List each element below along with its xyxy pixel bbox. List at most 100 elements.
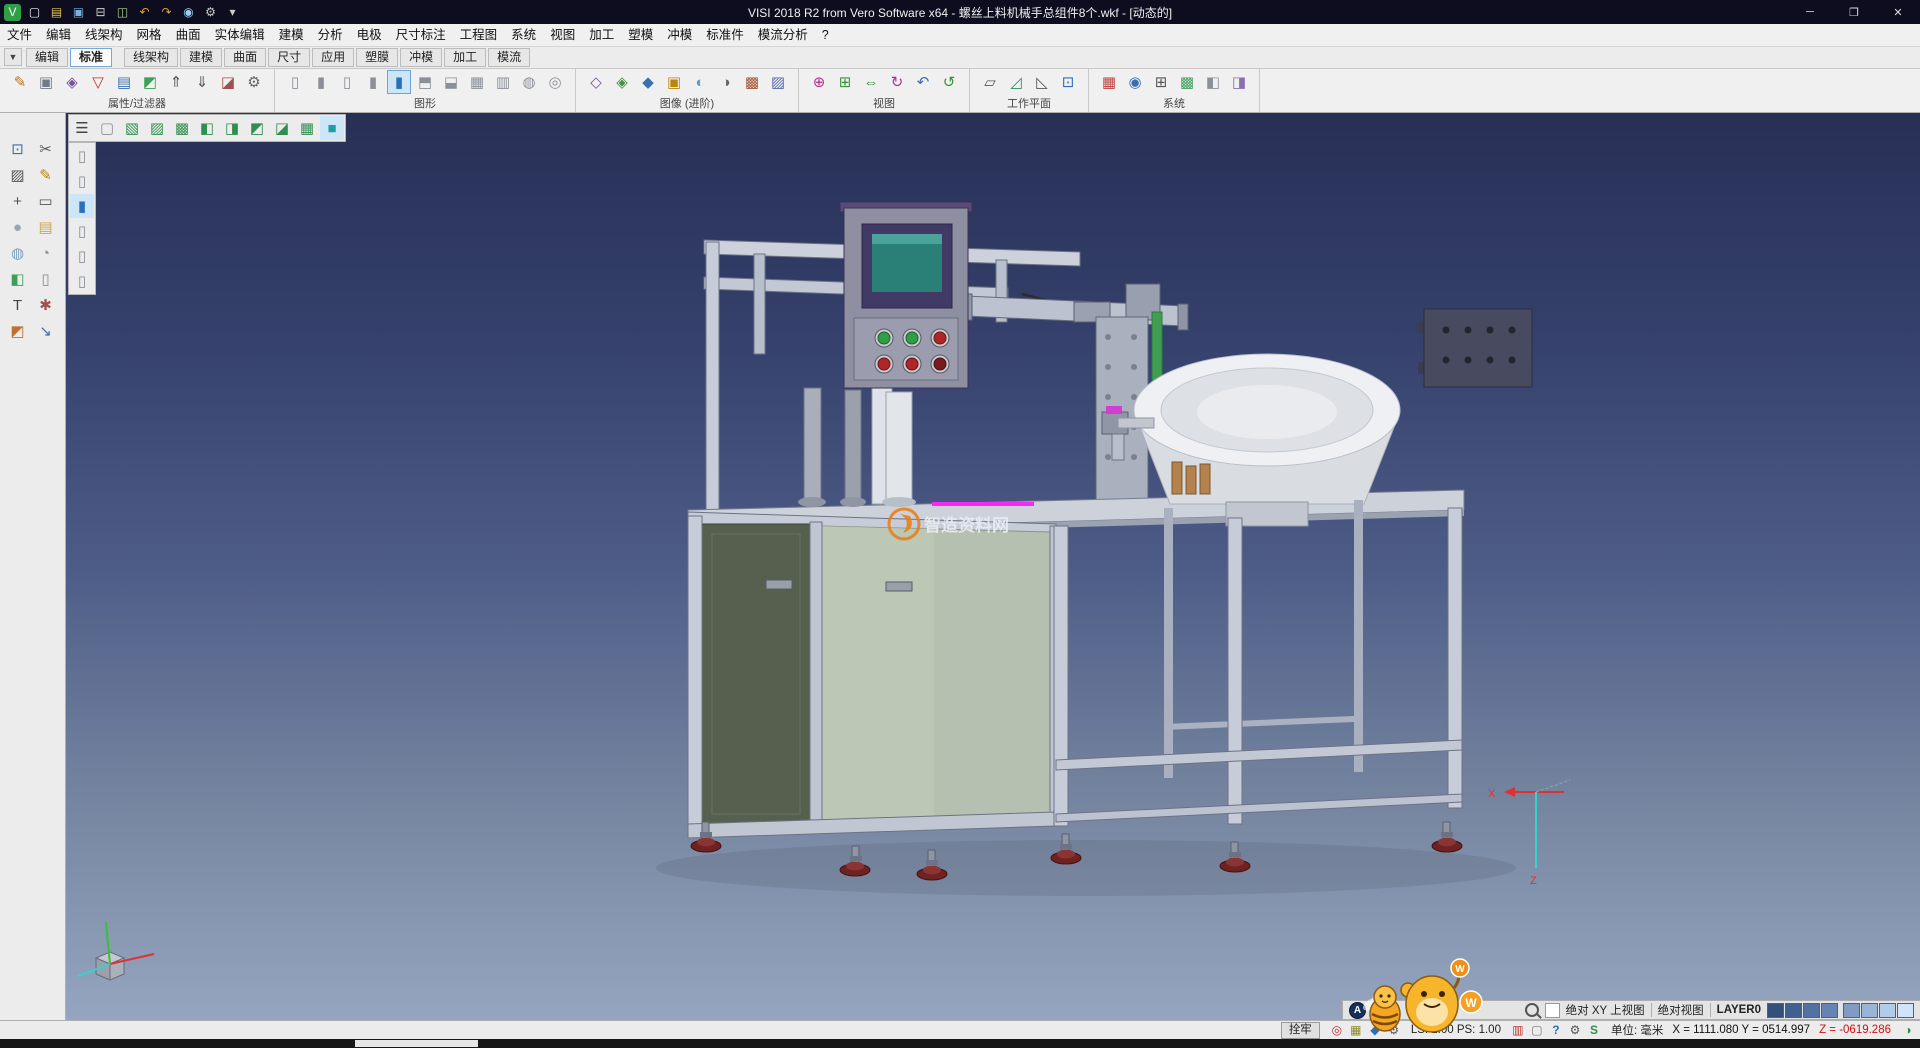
menu-item[interactable]: 电极 — [350, 25, 389, 46]
copy-layer-icon[interactable]: ⬓ — [439, 70, 463, 94]
capture-icon[interactable]: ◉ — [180, 4, 197, 21]
menu-item[interactable]: 编辑 — [39, 25, 78, 46]
zoom-all-icon[interactable]: ⊕ — [807, 70, 831, 94]
view-right-icon[interactable]: ▩ — [170, 116, 194, 140]
layer-swatch[interactable] — [1843, 1003, 1860, 1018]
snap-icon[interactable]: + — [6, 189, 30, 213]
cube-icon[interactable]: ◧ — [6, 267, 30, 291]
move-layer-icon[interactable]: ⬒ — [413, 70, 437, 94]
workplane-align-icon[interactable]: ◺ — [1030, 70, 1054, 94]
menu-item[interactable]: 尺寸标注 — [389, 25, 453, 46]
notes-icon[interactable]: ▤ — [34, 215, 58, 239]
app-icon[interactable]: V — [4, 4, 21, 21]
open-icon[interactable]: ▤ — [48, 4, 65, 21]
wireframe-element-icon[interactable]: ◎ — [543, 70, 567, 94]
maximize-button[interactable]: ❐ — [1832, 0, 1876, 24]
undo-icon[interactable]: ↶ — [136, 4, 153, 21]
sketch-icon[interactable]: ✎ — [34, 163, 58, 187]
menu-item[interactable]: 系统 — [504, 25, 543, 46]
view-bottom-icon[interactable]: ◩ — [245, 116, 269, 140]
previous-view-icon[interactable]: ↶ — [911, 70, 935, 94]
render-material-icon[interactable]: ▩ — [740, 70, 764, 94]
view-top-icon[interactable]: ▧ — [120, 116, 144, 140]
tab-modeling[interactable]: 建模 — [180, 48, 222, 67]
trim-icon[interactable]: ✂ — [34, 137, 58, 161]
ortho-icon[interactable]: ◆ — [1367, 1022, 1383, 1038]
menu-item[interactable]: 视图 — [543, 25, 582, 46]
render-status-icon[interactable]: ◑ — [1900, 1022, 1916, 1038]
highlight-element-icon[interactable]: ▮ — [387, 70, 411, 94]
pinned-view-5-icon[interactable]: ▯ — [70, 244, 94, 268]
pinned-view-6-icon[interactable]: ▯ — [70, 269, 94, 293]
render-shadow-icon[interactable]: ◑ — [714, 70, 738, 94]
workplane-standard-icon[interactable]: ▱ — [978, 70, 1002, 94]
pan-view-icon[interactable]: ⇔ — [859, 70, 883, 94]
layer-filter-icon[interactable]: ▤ — [112, 70, 136, 94]
pinned-view-1-icon[interactable]: ▯ — [70, 144, 94, 168]
menu-item[interactable]: 文件 — [0, 25, 39, 46]
layer-swatch[interactable] — [1861, 1003, 1878, 1018]
filter-options-icon[interactable]: ⚙ — [242, 70, 266, 94]
layer-swatch[interactable] — [1897, 1003, 1914, 1018]
render-shaded-edges-icon[interactable]: ▣ — [662, 70, 686, 94]
layer-swatch[interactable] — [1879, 1003, 1896, 1018]
tab-dropdown-button[interactable]: ▼ — [4, 48, 22, 66]
menu-item[interactable]: 建模 — [272, 25, 311, 46]
menu-item[interactable]: 塑模 — [621, 25, 660, 46]
tab-surface[interactable]: 曲面 — [224, 48, 266, 67]
element-filter-icon[interactable]: ▽ — [86, 70, 110, 94]
sphere-icon[interactable]: ● — [6, 215, 30, 239]
new-file-icon[interactable]: ▢ — [26, 4, 43, 21]
settings-icon[interactable]: ⚙ — [202, 4, 219, 21]
search-icon[interactable] — [1525, 1003, 1539, 1017]
render-transparent-icon[interactable]: ◐ — [688, 70, 712, 94]
view-selector-box[interactable] — [1545, 1003, 1560, 1018]
unblank-all-icon[interactable]: ▮ — [361, 70, 385, 94]
tab-standard[interactable]: 标准 — [70, 48, 112, 67]
history-icon[interactable]: ◔ — [34, 241, 58, 265]
pinned-view-3-icon[interactable]: ▮ — [70, 194, 94, 218]
lock-toggle[interactable]: 拴牢 — [1281, 1022, 1320, 1039]
select-previous-icon[interactable]: ⇑ — [164, 70, 188, 94]
menu-item[interactable]: 实体编辑 — [208, 25, 272, 46]
menu-item[interactable]: 分析 — [311, 25, 350, 46]
tab-mold[interactable]: 塑膜 — [356, 48, 398, 67]
menu-item[interactable]: 加工 — [582, 25, 621, 46]
menu-item[interactable]: 网格 — [130, 25, 169, 46]
pinned-view-2-icon[interactable]: ▯ — [70, 169, 94, 193]
render-globe-icon[interactable]: ◉ — [1123, 70, 1147, 94]
tab-die[interactable]: 冲模 — [400, 48, 442, 67]
annotation-badge[interactable]: A — [1349, 1002, 1366, 1019]
viewport-3d[interactable]: 智造资料网 X Z ☰▢▧▨▩◧◨◩◪▦■ ▯▯▮▯▯▯ — [66, 112, 1920, 1020]
system-status-icon[interactable]: S — [1586, 1022, 1602, 1038]
view-shaded-icon[interactable]: ■ — [320, 116, 344, 140]
save-icon[interactable]: ▣ — [70, 4, 87, 21]
close-button[interactable]: ✕ — [1876, 0, 1920, 24]
layer-swatch[interactable] — [1821, 1003, 1838, 1018]
layer-swatch[interactable] — [1803, 1003, 1820, 1018]
color-table-icon[interactable]: ▦ — [1097, 70, 1121, 94]
pick-filter-icon[interactable]: ◎ — [1329, 1022, 1345, 1038]
blank-element-icon[interactable]: ▯ — [283, 70, 307, 94]
view-front-icon[interactable]: ▨ — [145, 116, 169, 140]
ungroup-elements-icon[interactable]: ▥ — [491, 70, 515, 94]
calculator-icon[interactable]: ⊞ — [1149, 70, 1173, 94]
measure-icon[interactable]: ▭ — [34, 189, 58, 213]
view-axon-icon[interactable]: ▦ — [295, 116, 319, 140]
palette-icon[interactable]: ◩ — [6, 319, 30, 343]
blank-all-icon[interactable]: ▯ — [335, 70, 359, 94]
workplane-create-icon[interactable]: ◿ — [1004, 70, 1028, 94]
menu-item[interactable]: 线架构 — [78, 25, 130, 46]
layer-swatch[interactable] — [1767, 1003, 1784, 1018]
print-icon[interactable]: ⊟ — [92, 4, 109, 21]
text-tool-icon[interactable]: T — [6, 293, 30, 317]
color-filter-icon[interactable]: ◩ — [138, 70, 162, 94]
refresh-view-icon[interactable]: ↺ — [937, 70, 961, 94]
render-hidden-line-icon[interactable]: ◈ — [610, 70, 634, 94]
build-icon[interactable]: ✱ — [34, 293, 58, 317]
tab-machining[interactable]: 加工 — [444, 48, 486, 67]
tab-edit[interactable]: 编辑 — [26, 48, 68, 67]
view-back-icon[interactable]: ◨ — [220, 116, 244, 140]
hatch-icon[interactable]: ▨ — [6, 163, 30, 187]
cylinder-icon[interactable]: ▯ — [34, 267, 58, 291]
